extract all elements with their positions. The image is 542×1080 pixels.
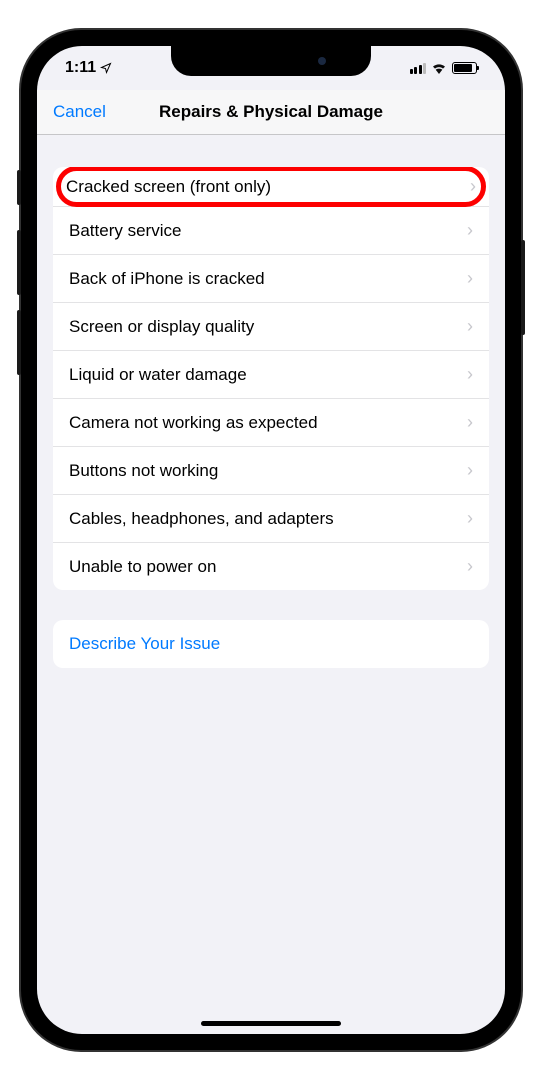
option-battery-service[interactable]: Battery service ›: [53, 207, 489, 255]
status-left: 1:11: [65, 59, 112, 77]
nav-header: Cancel Repairs & Physical Damage: [37, 90, 505, 135]
mute-switch: [17, 170, 21, 205]
option-screen-quality[interactable]: Screen or display quality ›: [53, 303, 489, 351]
home-indicator[interactable]: [201, 1021, 341, 1026]
option-power[interactable]: Unable to power on ›: [53, 543, 489, 590]
option-cracked-screen[interactable]: Cracked screen (front only) ›: [53, 167, 489, 207]
chevron-right-icon: ›: [470, 176, 476, 197]
chevron-right-icon: ›: [467, 268, 473, 289]
describe-label: Describe Your Issue: [69, 634, 220, 653]
screen: 1:11 Cancel Repairs & Phy: [37, 46, 505, 1034]
phone-frame: 1:11 Cancel Repairs & Phy: [21, 30, 521, 1050]
chevron-right-icon: ›: [467, 460, 473, 481]
option-label: Battery service: [69, 221, 467, 241]
chevron-right-icon: ›: [467, 364, 473, 385]
option-back-cracked[interactable]: Back of iPhone is cracked ›: [53, 255, 489, 303]
volume-up-button: [17, 230, 21, 295]
volume-down-button: [17, 310, 21, 375]
chevron-right-icon: ›: [467, 508, 473, 529]
option-label: Back of iPhone is cracked: [69, 269, 467, 289]
wifi-icon: [431, 62, 447, 74]
front-camera: [318, 57, 326, 65]
option-label: Liquid or water damage: [69, 365, 467, 385]
status-right: [410, 62, 478, 74]
status-time: 1:11: [65, 59, 96, 77]
option-label: Cables, headphones, and adapters: [69, 509, 467, 529]
location-icon: [100, 62, 112, 74]
content: Cancel Repairs & Physical Damage Cracked…: [37, 46, 505, 1034]
option-cables[interactable]: Cables, headphones, and adapters ›: [53, 495, 489, 543]
cancel-button[interactable]: Cancel: [53, 102, 106, 122]
chevron-right-icon: ›: [467, 316, 473, 337]
power-button: [521, 240, 525, 335]
option-label: Buttons not working: [69, 461, 467, 481]
option-label: Camera not working as expected: [69, 413, 467, 433]
option-label: Cracked screen (front only): [66, 177, 470, 197]
options-list: Cracked screen (front only) › Battery se…: [53, 167, 489, 590]
list-container: Cracked screen (front only) › Battery se…: [37, 135, 505, 668]
option-label: Unable to power on: [69, 557, 467, 577]
option-camera[interactable]: Camera not working as expected ›: [53, 399, 489, 447]
chevron-right-icon: ›: [467, 412, 473, 433]
notch: [171, 46, 371, 76]
option-label: Screen or display quality: [69, 317, 467, 337]
chevron-right-icon: ›: [467, 220, 473, 241]
signal-icon: [410, 63, 427, 74]
chevron-right-icon: ›: [467, 556, 473, 577]
page-title: Repairs & Physical Damage: [53, 102, 489, 122]
battery-icon: [452, 62, 477, 74]
describe-issue-button[interactable]: Describe Your Issue: [53, 620, 489, 668]
option-buttons[interactable]: Buttons not working ›: [53, 447, 489, 495]
option-liquid-damage[interactable]: Liquid or water damage ›: [53, 351, 489, 399]
